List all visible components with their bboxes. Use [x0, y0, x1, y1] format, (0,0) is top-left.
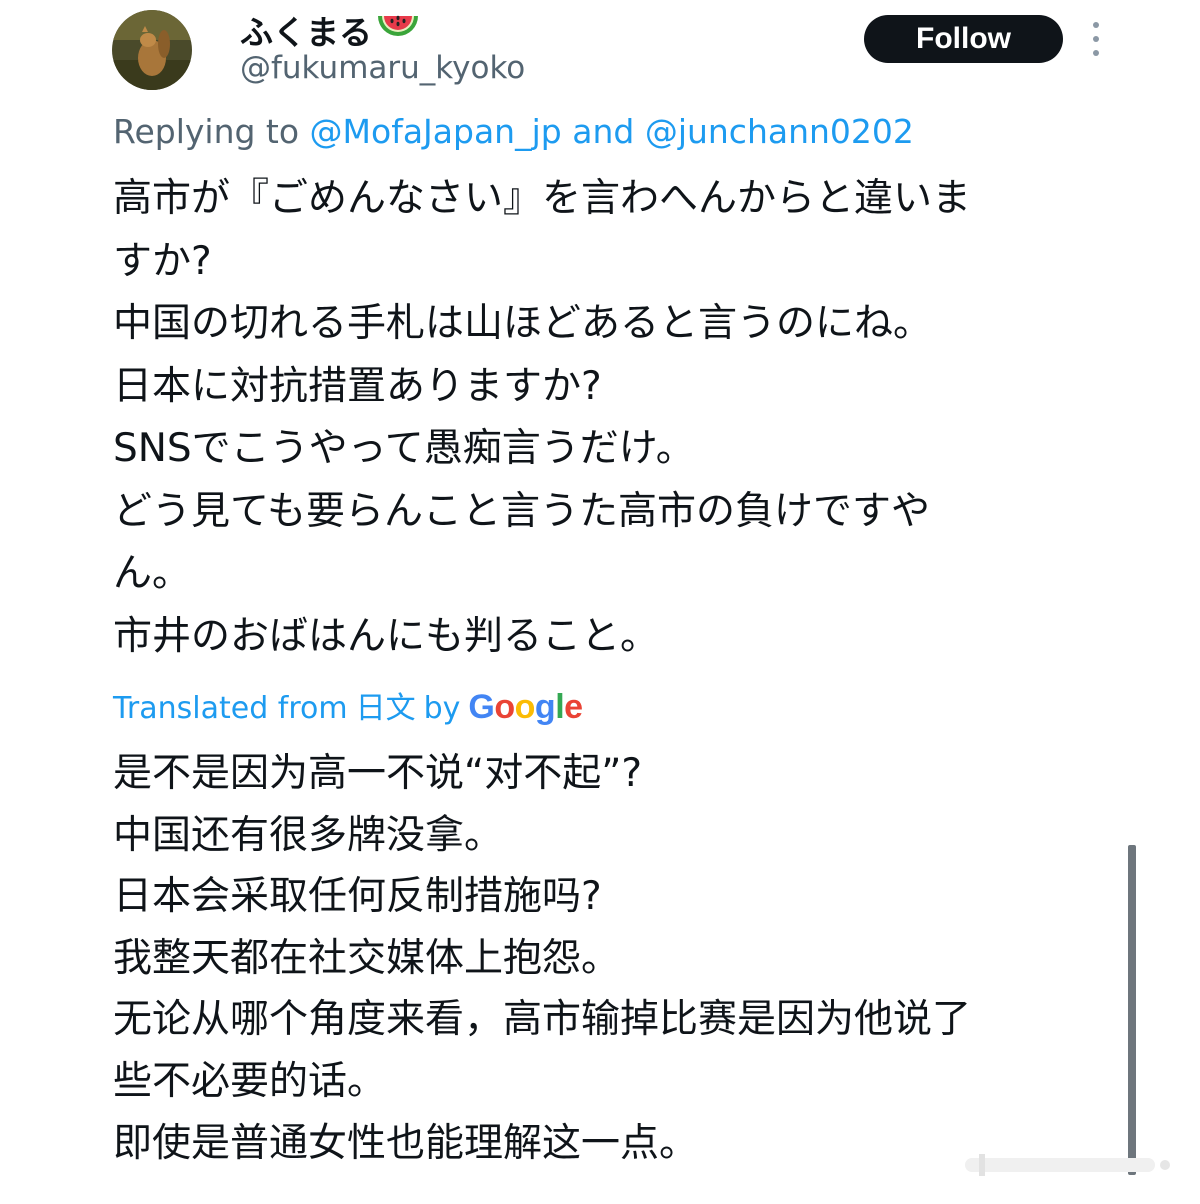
- tweet-line: 中国の切れる手札は山ほどあると言うのにね。: [113, 301, 933, 346]
- scrollbar[interactable]: [1128, 845, 1136, 1175]
- translation-line: 中国还有很多牌没拿。: [113, 812, 504, 858]
- tweet-line: 日本に対抗措置ありますか?: [113, 363, 602, 409]
- display-name-text: ふくまる: [240, 13, 372, 52]
- tweet-line: どう見ても要らんこと言うた高市の負けですや: [113, 488, 931, 534]
- translation-attribution: Translated from 日文 by Google: [113, 683, 583, 727]
- tweet-text: 高市が『ごめんなさい』を言わへんからと違いま すか? 中国の切れる手札は山ほどあ…: [113, 168, 1123, 668]
- watermark-logo: [965, 1150, 1175, 1180]
- google-logo: Google: [468, 688, 583, 726]
- translation-text: 是不是因为高一不说“对不起”? 中国还有很多牌没拿。 日本会采取任何反制措施吗?…: [113, 743, 1123, 1174]
- tweet-line: 市井のおばはんにも判ること。: [113, 613, 660, 659]
- mention-link[interactable]: @MofaJapan_jp: [310, 112, 562, 151]
- watermelon-icon: [376, 11, 420, 50]
- tweet-line: SNSでこうやって愚痴言うだけ。: [113, 426, 695, 471]
- follow-button[interactable]: Follow: [864, 15, 1063, 63]
- replying-and: and: [572, 112, 635, 151]
- source-language[interactable]: 日文: [356, 683, 416, 727]
- user-handle[interactable]: @fukumaru_kyoko: [240, 50, 525, 86]
- translation-line: 日本会采取任何反制措施吗?: [113, 874, 602, 920]
- tweet-line: 高市が『ごめんなさい』を言わへんからと違いま: [113, 176, 972, 221]
- tweet-line: ん。: [113, 551, 192, 596]
- more-vertical-icon[interactable]: [1086, 22, 1106, 56]
- translation-line: 些不必要的话。: [113, 1058, 387, 1104]
- display-name[interactable]: ふくまる: [240, 6, 420, 54]
- translated-prefix: Translated from: [113, 691, 348, 726]
- translated-by: by: [423, 691, 461, 726]
- replying-prefix: Replying to: [113, 112, 300, 151]
- translation-line: 无论从哪个角度来看，高市输掉比赛是因为他说了: [113, 997, 972, 1043]
- tweet-line: すか?: [113, 238, 212, 284]
- replying-to: Replying to @MofaJapan_jp and @junchann0…: [113, 112, 914, 151]
- mention-link[interactable]: @junchann0202: [645, 112, 914, 151]
- avatar[interactable]: [112, 10, 192, 90]
- translation-line: 我整天都在社交媒体上抱怨。: [113, 935, 621, 981]
- translation-line: 是不是因为高一不说“对不起”?: [113, 751, 643, 796]
